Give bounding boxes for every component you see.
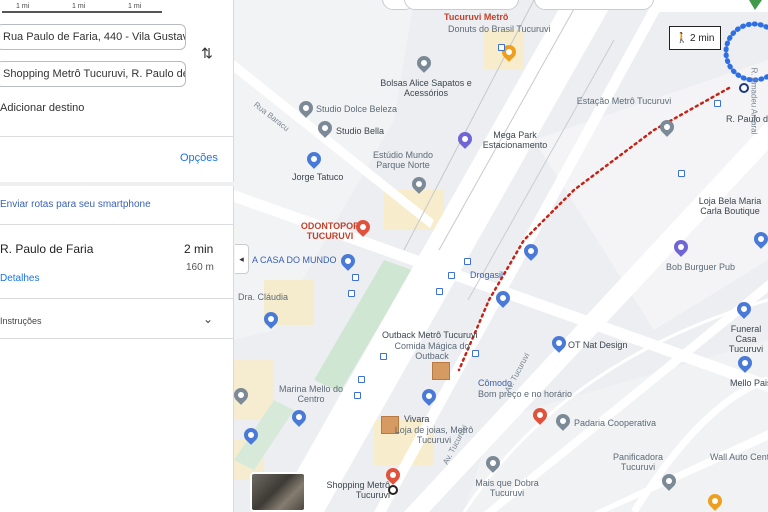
map-chip-2[interactable] — [404, 0, 519, 10]
poi-label-studio-dolce: Studio Dolce Beleza — [316, 104, 398, 114]
origin-field[interactable]: Rua Paulo de Faria, 440 - Vila Gustavo, … — [0, 24, 186, 50]
poi-label-marina: Marina Mello do Centro — [278, 384, 344, 404]
poi-label-ml-pais: Mello Pais — [730, 378, 768, 388]
poi-label-vivara: Vivara — [404, 414, 430, 424]
transit-stop[interactable] — [348, 290, 355, 297]
poi-label-funeral: Funeral Casa Tucuruvi — [728, 324, 764, 354]
divider — [0, 338, 234, 339]
map-scale: 1 mi 1 mi 1 mi — [0, 0, 234, 14]
swap-icon[interactable]: ⇅ — [198, 44, 216, 62]
transit-stop[interactable] — [678, 170, 685, 177]
chevron-down-icon[interactable]: ⌄ — [203, 312, 213, 326]
route-details-link[interactable]: Detalhes — [0, 273, 39, 284]
poi-label-donuts: Donuts do Brasil Tucuruvi — [448, 24, 551, 34]
poi-label-casa-mundo: A CASA DO MUNDO — [252, 255, 337, 265]
route-name[interactable]: R. Paulo de Faria — [0, 242, 93, 256]
directions-panel: 1 mi 1 mi 1 mi Rua Paulo de Faria, 440 -… — [0, 0, 234, 512]
scale-bar — [2, 11, 162, 13]
poi-label-mais-que-dobro: Mais que Dobra Tucuruvi — [475, 478, 539, 498]
poi-label-panificadora: Panificadora Tucuruvi — [612, 452, 664, 472]
transit-stop[interactable] — [358, 376, 365, 383]
poi-label-outback-sub: Comida Mágica do Outback — [394, 341, 470, 361]
poi-label-wall-auto: Wall Auto Center — [710, 452, 768, 462]
section-divider — [0, 182, 234, 186]
add-destination[interactable]: Adicionar destino — [0, 102, 84, 114]
poi-label-lojas-maria: Loja Bela Maria Carla Boutique — [698, 196, 762, 216]
map-chip-3[interactable] — [534, 0, 654, 10]
walking-time: 2 min — [690, 32, 715, 44]
divider — [0, 136, 234, 137]
options-button[interactable]: Opções — [180, 152, 218, 164]
chevron-left-icon: ◂ — [239, 254, 244, 264]
transit-stop[interactable] — [472, 350, 479, 357]
origin-address-label: R. Paulo de Faria, 440 — [726, 114, 768, 124]
poi-label-comodo-sub: Bom preço e no horário — [478, 389, 573, 399]
poi-label-padaria: Padaria Cooperativa — [574, 418, 657, 428]
walking-time-badge[interactable]: 🚶 2 min — [669, 26, 721, 50]
route-time: 2 min — [184, 242, 214, 256]
street-view-thumbnail[interactable] — [250, 472, 306, 512]
transit-stop[interactable] — [714, 100, 721, 107]
poi-label-mega-park: Mega Park Estacionamento — [482, 130, 548, 150]
scale-tick-2: 1 mi — [72, 3, 86, 10]
transit-stop[interactable] — [436, 288, 443, 295]
transit-stop[interactable] — [464, 258, 471, 265]
poi-label-shopping: Shopping Metrô Tucuruvi — [326, 480, 390, 500]
route-steps-label[interactable]: Instruções — [0, 316, 42, 326]
route-distance: 160 m — [186, 262, 214, 273]
poi-label-of-nat: OT Nat Design — [568, 340, 628, 350]
poi-label-bolsas: Bolsas Alice Sapatos e Acessórios — [380, 78, 472, 98]
poi-label-pub: Bob Burguer Pub — [666, 262, 736, 272]
transit-stop[interactable] — [380, 353, 387, 360]
divider — [0, 298, 234, 299]
poi-label-estudio-mundo: Estúdio Mundo Parque Norte — [372, 150, 434, 170]
poi-label-studio-bella: Studio Bella — [336, 126, 385, 136]
transit-stop[interactable] — [448, 272, 455, 279]
send-to-phone-link[interactable]: Enviar rotas para seu smartphone — [0, 199, 151, 210]
scale-tick-1: 1 mi — [16, 3, 30, 10]
poi-label-dra-claudia: Dra. Cláudia — [238, 292, 289, 302]
poi-label-metro-station: Estação Metrô Tucuruvi — [576, 96, 672, 106]
street-label-rua-amadeu: R. Amadeu Amaral — [749, 67, 759, 135]
map-canvas[interactable]: Tucuruvi Metrô Donuts do Brasil Tucuruvi… — [234, 0, 768, 512]
transit-stop[interactable] — [354, 392, 361, 399]
outback-building-icon — [432, 362, 450, 380]
scale-tick-3: 1 mi — [128, 3, 142, 10]
destination-field[interactable]: Shopping Metrô Tucuruvi, R. Paulo de Fa — [0, 61, 186, 87]
poi-label-outback: Outback Metrô Tucuruvi — [382, 330, 478, 340]
walking-icon: 🚶 — [675, 32, 688, 44]
collapse-panel-button[interactable]: ◂ — [235, 244, 249, 274]
poi-label-jorge: Jorge Tatuco — [292, 172, 344, 182]
poi-label-drogasil: Drogasil — [470, 270, 504, 280]
divider — [0, 224, 234, 225]
poi-label-tucuruvi-metro: Tucuruvi Metrô — [444, 12, 509, 22]
transit-stop[interactable] — [498, 44, 505, 51]
transit-stop[interactable] — [352, 274, 359, 281]
